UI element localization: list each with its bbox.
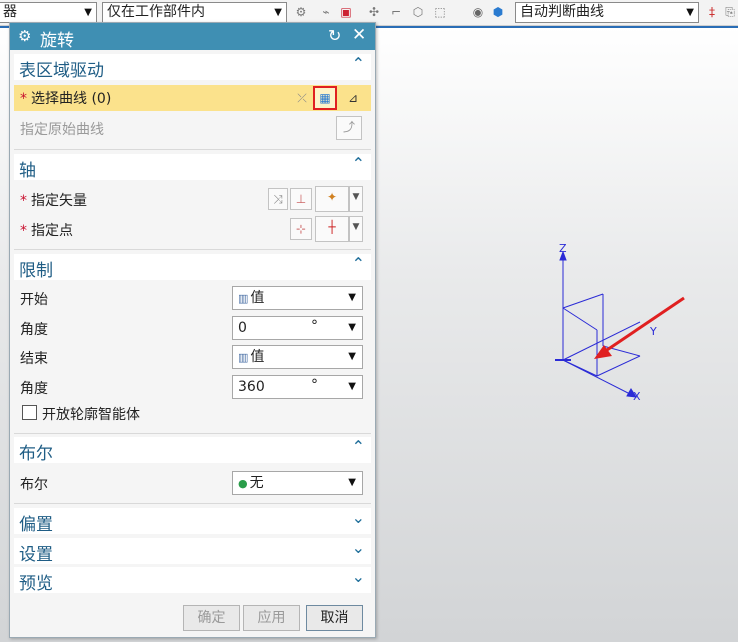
specify-vector-label: * 指定矢量 — [20, 193, 87, 209]
extra-icon[interactable]: ⎘ — [722, 4, 738, 20]
select-curve-label: * 选择曲线 (0) — [20, 91, 112, 107]
boolean-label: 布尔 — [20, 477, 48, 493]
node-icon[interactable]: ✣ — [366, 4, 382, 20]
open-profile-label: 开放轮廓智能体 — [42, 407, 140, 423]
point-type-dropdown[interactable]: ▼ — [349, 216, 363, 242]
vector-type-dropdown[interactable]: ▼ — [349, 186, 363, 212]
original-curve-icon[interactable]: ⤴ — [336, 116, 362, 140]
section-limits-title: 限制 — [19, 261, 53, 281]
section-header-offset[interactable]: 偏置 ⌄ — [14, 508, 371, 535]
section-divider — [14, 249, 371, 250]
close-icon[interactable]: ✕ — [352, 25, 366, 45]
axis-y-label: Y — [650, 325, 657, 338]
curve-rule-value: 自动判断曲线 — [520, 4, 604, 20]
shaded-icon[interactable]: ⬡ — [410, 4, 426, 20]
section-offset-title: 偏置 — [19, 515, 53, 535]
chevron-down-icon: ⌄ — [351, 508, 365, 527]
axis-x-label: X — [633, 390, 641, 403]
chevron-up-icon: ⌃ — [351, 54, 365, 73]
boolean-value: 无 — [249, 475, 264, 491]
chevron-up-icon: ⌃ — [351, 154, 365, 173]
cube-icon[interactable]: ◉ — [470, 4, 486, 20]
dialog-title: 旋转 — [40, 31, 74, 51]
red-pointer-line — [603, 296, 685, 354]
chevron-down-icon: ⌄ — [351, 567, 365, 586]
specify-original-curve-label: 指定原始曲线 — [20, 122, 104, 138]
scope-combo[interactable]: 仅在工作部件内 ▼ — [102, 2, 287, 23]
plane-edge-5 — [562, 359, 598, 377]
boolean-none-icon: ● — [238, 477, 248, 490]
filter-combo[interactable]: 器 ▼ — [0, 2, 97, 23]
section-header-boolean[interactable]: 布尔 ⌃ — [14, 437, 371, 464]
reverse-direction-icon[interactable]: ⤨ — [268, 188, 288, 210]
chevron-up-icon: ⌃ — [351, 254, 365, 273]
cancel-button[interactable]: 取消 — [306, 605, 363, 631]
chevron-down-icon: ⌄ — [351, 538, 365, 557]
deselect-icon[interactable]: ⤫ — [292, 87, 312, 109]
select-icon[interactable]: ▣ — [338, 4, 354, 20]
plane-edge-6 — [596, 355, 641, 377]
start-type-select[interactable]: ▥ 值 ▼ — [232, 286, 363, 310]
start-label: 开始 — [20, 292, 48, 308]
section-settings-title: 设置 — [19, 545, 53, 565]
end-angle-label: 角度 — [20, 381, 48, 397]
end-type-select[interactable]: ▥ 值 ▼ — [232, 345, 363, 369]
section-header-limits[interactable]: 限制 ⌃ — [14, 254, 371, 281]
link-icon[interactable]: ⌁ — [318, 4, 334, 20]
end-angle-value: 360 — [238, 379, 265, 395]
apply-button[interactable]: 应用 — [243, 605, 300, 631]
end-type-value: 值 — [250, 349, 265, 365]
start-angle-value: 0 — [238, 320, 247, 336]
section-header-axis[interactable]: 轴 ⌃ — [14, 154, 371, 181]
start-angle-label: 角度 — [20, 322, 48, 338]
point-type-icon[interactable]: ┼ — [315, 216, 349, 242]
scope-combo-value: 仅在工作部件内 — [107, 4, 205, 20]
specify-point-label: * 指定点 — [20, 223, 73, 239]
value-icon: ▥ — [238, 292, 249, 305]
dialog-titlebar[interactable]: ⚙ 旋转 ↻ ✕ — [10, 23, 375, 51]
point-icon[interactable]: ⌐ — [388, 4, 404, 20]
cube-blue-icon[interactable]: ⬢ — [490, 4, 506, 20]
vector-dialog-icon[interactable]: ⊥ — [290, 188, 312, 210]
curve-rule-combo[interactable]: 自动判断曲线 ▼ — [515, 2, 699, 23]
section-axis-title: 轴 — [19, 161, 36, 181]
vector-type-icon[interactable]: ✦ — [315, 186, 349, 212]
select-curve-row[interactable]: * 选择曲线 (0) ⤫ ▦ ⊿ — [14, 85, 371, 111]
ok-button[interactable]: 确定 — [183, 605, 240, 631]
end-label: 结束 — [20, 351, 48, 367]
section-header-preview[interactable]: 预览 ⌄ — [14, 567, 371, 594]
value-icon: ▥ — [238, 351, 249, 364]
section-divider — [14, 149, 371, 150]
revolve-dialog: ⚙ 旋转 ↻ ✕ 表区域驱动 ⌃ * 选择曲线 (0) ⤫ ▦ ⊿ 指定原始曲线 … — [9, 22, 376, 638]
point-dialog-icon[interactable]: ⊹ — [290, 218, 312, 240]
open-profile-checkbox[interactable] — [22, 405, 37, 420]
section-header-settings[interactable]: 设置 ⌄ — [14, 538, 371, 565]
axis-z-label: Z — [559, 242, 567, 255]
start-type-value: 值 — [250, 290, 265, 306]
section-divider — [14, 503, 371, 504]
section-curve-title: 表区域驱动 — [19, 61, 104, 81]
end-angle-input[interactable]: 360 ° ▼ — [232, 375, 363, 399]
boolean-select[interactable]: ● 无 ▼ — [232, 471, 363, 495]
section-preview-title: 预览 — [19, 574, 53, 594]
plane-edge-1 — [562, 293, 604, 309]
section-divider — [14, 433, 371, 434]
plane-edge-3 — [562, 307, 598, 331]
section-builder-icon[interactable]: ⊿ — [341, 87, 365, 109]
filter-combo-value: 器 — [3, 4, 17, 20]
section-header-curve[interactable]: 表区域驱动 ⌃ — [14, 54, 371, 81]
gear-icon: ⚙ — [18, 27, 32, 45]
section-boolean-title: 布尔 — [19, 444, 53, 464]
box-select-icon[interactable]: ⬚ — [432, 4, 448, 20]
pin-icon[interactable]: ‡ — [704, 4, 720, 20]
chevron-up-icon: ⌃ — [351, 437, 365, 456]
start-angle-input[interactable]: 0 ° ▼ — [232, 316, 363, 340]
curve-rule-icon[interactable]: ▦ — [313, 86, 337, 110]
reset-icon[interactable]: ↻ — [328, 26, 341, 45]
snap-icon[interactable]: ⚙ — [293, 4, 309, 20]
